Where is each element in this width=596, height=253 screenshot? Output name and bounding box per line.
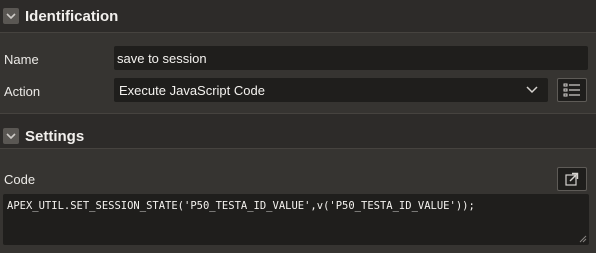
action-list-button[interactable] <box>557 78 587 102</box>
chevron-down-icon <box>526 86 538 94</box>
name-field[interactable]: save to session <box>114 46 588 70</box>
code-expand-button[interactable] <box>557 167 587 191</box>
identification-section-header[interactable]: Identification <box>0 0 596 33</box>
chevron-down-icon <box>6 133 16 140</box>
chevron-down-icon <box>6 13 16 20</box>
code-label: Code <box>4 172 36 187</box>
action-select[interactable]: Execute JavaScript Code <box>114 78 548 102</box>
resize-handle-icon[interactable] <box>579 235 587 243</box>
action-value: Execute JavaScript Code <box>119 83 265 98</box>
expand-icon <box>565 172 579 186</box>
settings-section-header[interactable]: Settings <box>0 113 596 149</box>
name-label: Name <box>4 52 39 67</box>
list-icon <box>563 83 580 97</box>
identification-title: Identification <box>25 8 119 25</box>
collapse-settings-button[interactable] <box>3 128 19 144</box>
settings-title: Settings <box>25 128 85 145</box>
code-editor[interactable]: APEX_UTIL.SET_SESSION_STATE('P50_TESTA_I… <box>3 194 589 245</box>
code-value: APEX_UTIL.SET_SESSION_STATE('P50_TESTA_I… <box>7 200 475 212</box>
collapse-identification-button[interactable] <box>3 8 19 24</box>
action-label: Action <box>4 84 41 99</box>
name-value: save to session <box>117 51 207 66</box>
